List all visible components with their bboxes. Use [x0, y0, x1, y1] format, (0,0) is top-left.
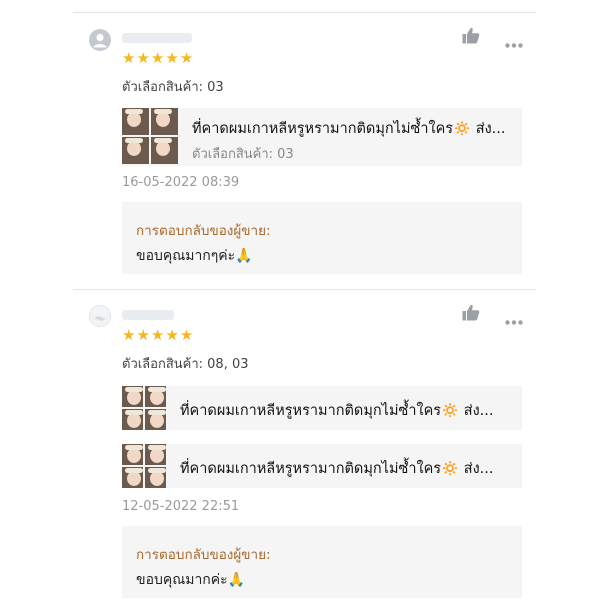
- star-icon: ★: [179, 326, 194, 344]
- reviewer-avatar[interactable]: [89, 29, 111, 51]
- more-options-button[interactable]: [505, 33, 523, 52]
- star-icon: ★: [122, 326, 136, 344]
- product-thumbnail: [122, 108, 178, 164]
- like-button[interactable]: [462, 27, 480, 48]
- star-icon: ★: [179, 49, 194, 67]
- more-options-button[interactable]: [505, 310, 523, 329]
- product-title: ที่คาดผมเกาหลีหรูหรามากติดมุกไม่ซ้ำใคร🔅 …: [180, 403, 494, 419]
- product-option-text: ตัวเลือกสินค้า: 08, 03: [122, 357, 249, 372]
- user-avatar-icon: [89, 305, 111, 327]
- user-avatar-icon: [89, 29, 111, 51]
- rating-stars: ★ ★ ★ ★ ★: [122, 51, 193, 66]
- seller-reply-box: การตอบกลับของผู้ขาย: ขอบคุณมากๆค่ะ🙏: [122, 202, 522, 274]
- product-card[interactable]: ที่คาดผมเกาหลีหรูหรามากติดมุกไม่ซ้ำใคร🔅 …: [122, 444, 522, 488]
- product-thumbnail: [122, 386, 166, 430]
- star-icon: ★: [165, 326, 179, 344]
- star-icon: ★: [150, 49, 165, 67]
- reviewer-avatar[interactable]: [89, 305, 111, 327]
- review-timestamp: 16-05-2022 08:39: [122, 175, 240, 190]
- star-icon: ★: [122, 49, 136, 67]
- star-icon: ★: [136, 326, 150, 344]
- reviewer-name-masked: [122, 310, 174, 320]
- rating-stars: ★ ★ ★ ★ ★: [122, 328, 193, 343]
- product-card[interactable]: ที่คาดผมเกาหลีหรูหรามากติดมุกไม่ซ้ำใคร🔅 …: [122, 108, 522, 166]
- seller-reply-text: ขอบคุณมากๆค่ะ🙏: [136, 248, 253, 264]
- more-options-icon: [505, 43, 523, 48]
- top-divider: [73, 12, 536, 13]
- product-card[interactable]: ที่คาดผมเกาหลีหรูหรามากติดมุกไม่ซ้ำใคร🔅 …: [122, 386, 522, 430]
- star-icon: ★: [165, 49, 179, 67]
- like-button[interactable]: [462, 304, 480, 325]
- thumbs-up-icon: [462, 27, 480, 44]
- product-thumbnail: [122, 444, 166, 488]
- seller-reply-label: การตอบกลับของผู้ขาย:: [136, 547, 271, 563]
- product-variant: ตัวเลือกสินค้า: 03: [192, 147, 294, 162]
- review-timestamp: 12-05-2022 22:51: [122, 499, 240, 514]
- product-title: ที่คาดผมเกาหลีหรูหรามากติดมุกไม่ซ้ำใคร🔅 …: [192, 121, 506, 137]
- thumbs-up-icon: [462, 304, 480, 321]
- reviewer-name-masked: [122, 33, 192, 43]
- seller-reply-box: การตอบกลับของผู้ขาย: ขอบคุณมากค่ะ🙏: [122, 526, 522, 598]
- seller-reply-label: การตอบกลับของผู้ขาย:: [136, 223, 271, 239]
- star-icon: ★: [150, 326, 165, 344]
- more-options-icon: [505, 320, 523, 325]
- seller-reply-text: ขอบคุณมากค่ะ🙏: [136, 572, 246, 588]
- product-title: ที่คาดผมเกาหลีหรูหรามากติดมุกไม่ซ้ำใคร🔅 …: [180, 461, 494, 477]
- review-divider: [73, 289, 536, 290]
- product-option-text: ตัวเลือกสินค้า: 03: [122, 80, 224, 95]
- star-icon: ★: [136, 49, 150, 67]
